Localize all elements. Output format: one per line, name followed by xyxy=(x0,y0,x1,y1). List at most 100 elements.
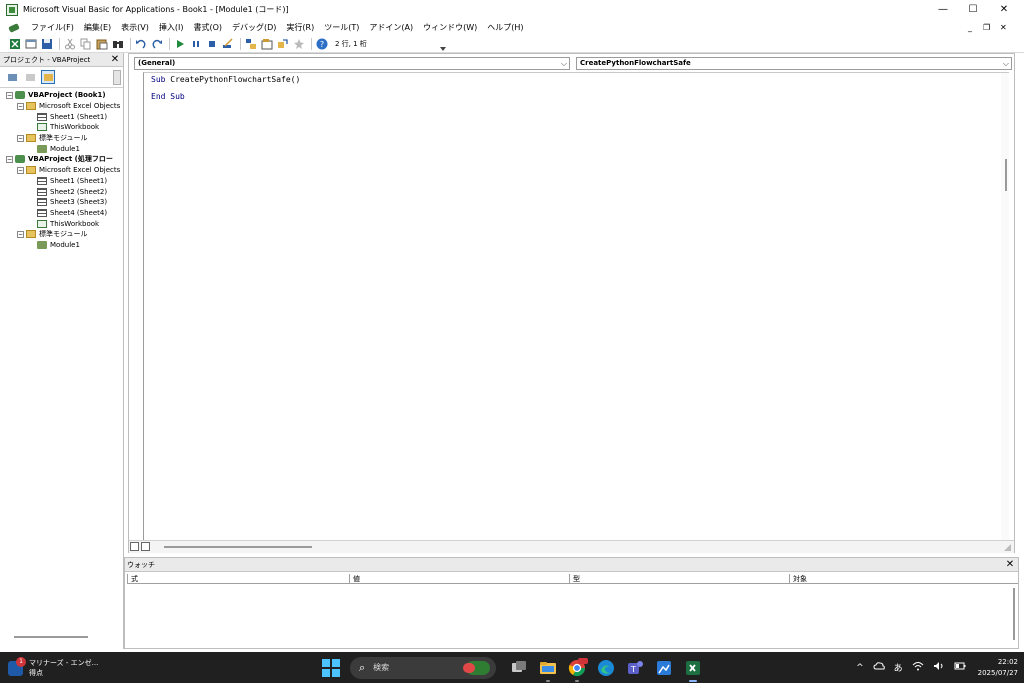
tree-item[interactable]: ThisWorkbook xyxy=(0,122,123,133)
tree-item[interactable]: Sheet1 (Sheet1) xyxy=(0,176,123,187)
menu-tools[interactable]: ツール(T) xyxy=(319,22,364,33)
teams-icon[interactable]: T xyxy=(624,657,646,679)
project-toolbar-overflow-button[interactable] xyxy=(113,70,121,85)
menu-edit[interactable]: 編集(E) xyxy=(79,22,116,33)
design-mode-icon[interactable] xyxy=(221,38,234,51)
run-icon[interactable] xyxy=(173,38,186,51)
collapse-toggle-icon[interactable]: − xyxy=(6,155,13,163)
start-button[interactable] xyxy=(322,658,340,677)
menu-debug[interactable]: デバッグ(D) xyxy=(227,22,281,33)
news-widget[interactable]: 1 マリナーズ - エンゼ... 得点 xyxy=(8,656,118,680)
close-button[interactable]: ✕ xyxy=(987,0,1021,19)
watch-window-close-button[interactable]: ✕ xyxy=(1004,559,1016,571)
mdi-restore-button[interactable]: ❐ xyxy=(983,19,990,36)
insert-module-icon[interactable] xyxy=(24,38,37,51)
edge-icon[interactable] xyxy=(595,657,617,679)
code-horizontal-scrollbar[interactable] xyxy=(164,546,312,548)
tree-item[interactable]: − 標準モジュール xyxy=(0,133,123,144)
tree-item[interactable]: Module1 xyxy=(0,143,123,154)
taskbar-search[interactable]: ⌕ 検索 xyxy=(350,656,496,679)
menu-insert[interactable]: 挿入(I) xyxy=(154,22,189,33)
tree-item[interactable]: − Microsoft Excel Objects xyxy=(0,101,123,112)
collapse-toggle-icon[interactable]: − xyxy=(17,166,24,174)
full-module-view-button[interactable] xyxy=(141,542,150,551)
procedure-view-button[interactable] xyxy=(130,542,139,551)
view-excel-icon[interactable] xyxy=(8,38,21,51)
watch-vertical-scrollbar[interactable] xyxy=(1010,584,1018,646)
cloud-icon[interactable] xyxy=(873,661,885,674)
watch-col-value[interactable]: 値 xyxy=(349,574,569,584)
vba-menu-icon[interactable] xyxy=(8,22,20,34)
excel-icon[interactable] xyxy=(682,657,704,682)
watch-col-type[interactable]: 型 xyxy=(569,574,789,584)
properties-icon[interactable] xyxy=(260,38,273,51)
tree-item-label: VBAProject (Book1) xyxy=(28,91,106,100)
maximize-button[interactable]: ☐ xyxy=(956,0,990,19)
tree-item[interactable]: − VBAProject (Book1) xyxy=(0,90,123,101)
collapse-toggle-icon[interactable]: − xyxy=(17,102,24,110)
menu-help[interactable]: ヘルプ(H) xyxy=(482,22,528,33)
redo-icon[interactable] xyxy=(150,38,163,51)
tree-item[interactable]: Sheet4 (Sheet4) xyxy=(0,208,123,219)
minimize-button[interactable]: — xyxy=(926,0,960,19)
mdi-minimize-button[interactable]: _ xyxy=(968,19,972,36)
project-horizontal-scrollbar[interactable] xyxy=(14,636,88,638)
tree-item[interactable]: Sheet3 (Sheet3) xyxy=(0,197,123,208)
copy-icon[interactable] xyxy=(79,38,92,51)
tree-item[interactable]: − VBAProject (処理フロー xyxy=(0,154,123,165)
menu-format[interactable]: 書式(O) xyxy=(188,22,227,33)
task-view-icon[interactable] xyxy=(508,657,530,679)
resize-grip-icon[interactable] xyxy=(1003,543,1011,551)
cut-icon[interactable] xyxy=(63,38,76,51)
clock[interactable]: 22:02 2025/07/27 xyxy=(978,657,1018,679)
view-code-icon[interactable] xyxy=(5,70,19,84)
menu-window[interactable]: ウィンドウ(W) xyxy=(418,22,482,33)
view-object-icon[interactable] xyxy=(23,70,37,84)
menu-view[interactable]: 表示(V) xyxy=(116,22,154,33)
code-vertical-scrollbar[interactable] xyxy=(1001,73,1009,541)
file-explorer-icon[interactable] xyxy=(537,657,559,682)
chrome-icon[interactable] xyxy=(566,657,588,682)
battery-icon[interactable] xyxy=(954,661,966,674)
object-combo[interactable]: (General) ⌵ xyxy=(134,57,570,70)
project-explorer-close-button[interactable]: ✕ xyxy=(109,54,121,66)
wifi-icon[interactable] xyxy=(912,661,924,674)
mdi-close-button[interactable]: ✕ xyxy=(1000,19,1007,36)
object-browser-icon[interactable] xyxy=(276,38,289,51)
help-icon[interactable]: ? xyxy=(315,38,328,51)
reset-icon[interactable] xyxy=(205,38,218,51)
tree-item[interactable]: Module1 xyxy=(0,240,123,251)
tree-item[interactable]: − 標準モジュール xyxy=(0,229,123,240)
watch-col-expression[interactable]: 式 xyxy=(127,574,349,584)
toggle-folders-icon[interactable] xyxy=(41,70,55,84)
undo-icon[interactable] xyxy=(134,38,147,51)
code-line[interactable]: Sub CreatePythonFlowchartSafe() xyxy=(151,75,300,84)
toolbar-options-icon[interactable] xyxy=(440,39,446,51)
search-icon: ⌕ xyxy=(359,660,366,674)
code-line[interactable]: End Sub xyxy=(151,92,185,101)
code-editor[interactable]: Sub CreatePythonFlowchartSafe() End Sub xyxy=(143,72,1009,541)
menu-file[interactable]: ファイル(F) xyxy=(26,22,79,33)
watch-col-context[interactable]: 対象 xyxy=(789,574,1018,584)
collapse-toggle-icon[interactable]: − xyxy=(17,134,24,142)
toolbox-icon[interactable] xyxy=(292,38,305,51)
tray-chevron-icon[interactable]: ^ xyxy=(856,663,864,673)
ime-indicator[interactable]: あ xyxy=(894,661,903,674)
tree-item[interactable]: ThisWorkbook xyxy=(0,218,123,229)
collapse-toggle-icon[interactable]: − xyxy=(17,230,24,238)
volume-icon[interactable] xyxy=(933,661,945,674)
paste-icon[interactable] xyxy=(95,38,108,51)
find-icon[interactable] xyxy=(111,38,124,51)
project-explorer-icon[interactable] xyxy=(244,38,257,51)
tree-item[interactable]: Sheet1 (Sheet1) xyxy=(0,111,123,122)
collapse-toggle-icon[interactable]: − xyxy=(6,91,13,99)
photos-icon[interactable] xyxy=(653,657,675,679)
break-icon[interactable] xyxy=(189,38,202,51)
save-icon[interactable] xyxy=(40,38,53,51)
tree-item[interactable]: Sheet2 (Sheet2) xyxy=(0,186,123,197)
procedure-combo[interactable]: CreatePythonFlowchartSafe ⌵ xyxy=(576,57,1012,70)
menu-run[interactable]: 実行(R) xyxy=(281,22,319,33)
tree-item[interactable]: − Microsoft Excel Objects xyxy=(0,165,123,176)
project-icon xyxy=(15,155,25,164)
menu-addins[interactable]: アドイン(A) xyxy=(364,22,418,33)
